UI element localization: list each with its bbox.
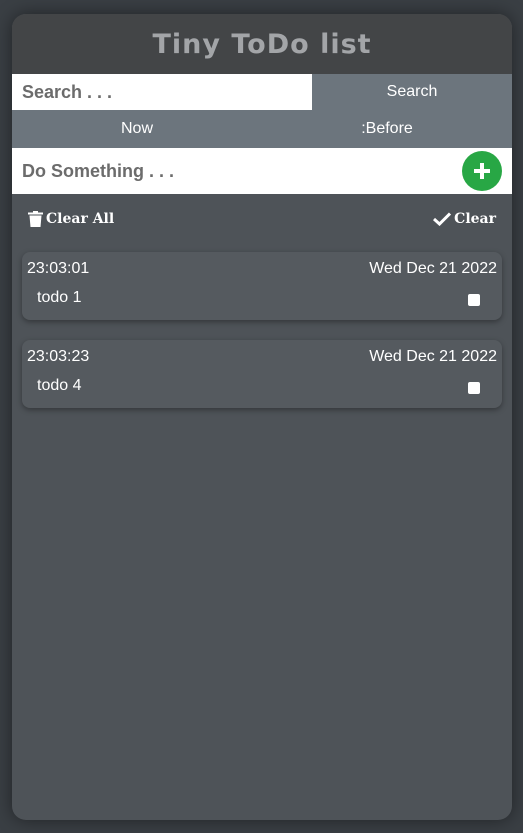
todo-text: todo 4	[37, 377, 82, 394]
title-bar: Tiny ToDo list	[12, 14, 512, 74]
todo-time: 23:03:01	[27, 260, 90, 277]
filter-row: Now :Before	[12, 110, 512, 148]
actions-row: Clear All Clear	[12, 194, 512, 244]
todo-app: Tiny ToDo list Search Now :Before	[12, 14, 512, 820]
app-title: Tiny ToDo list	[152, 28, 372, 60]
plus-icon	[474, 163, 490, 179]
search-input[interactable]	[12, 74, 312, 110]
todo-checkbox[interactable]	[468, 382, 480, 394]
todo-text: todo 1	[37, 289, 82, 306]
todo-date: Wed Dec 21 2022	[369, 260, 497, 277]
filter-now-button[interactable]: Now	[12, 110, 262, 148]
todo-checkbox[interactable]	[468, 294, 480, 306]
search-button[interactable]: Search	[312, 74, 512, 110]
add-todo-row	[12, 148, 512, 194]
search-row: Search	[12, 74, 512, 110]
clear-all-label: Clear All	[46, 211, 115, 227]
todo-item: 23:03:23 Wed Dec 21 2022 todo 4	[22, 340, 502, 408]
clear-all-button[interactable]: Clear All	[28, 211, 114, 227]
add-todo-button[interactable]	[462, 151, 502, 191]
checkmark-icon	[433, 212, 452, 226]
todo-item: 23:03:01 Wed Dec 21 2022 todo 1	[22, 252, 502, 320]
clear-label: Clear	[454, 211, 496, 227]
add-todo-input[interactable]	[12, 148, 462, 194]
trash-icon	[28, 211, 43, 227]
todo-time: 23:03:23	[27, 348, 90, 365]
todo-date: Wed Dec 21 2022	[369, 348, 497, 365]
filter-before-button[interactable]: :Before	[262, 110, 512, 148]
clear-completed-button[interactable]: Clear	[433, 211, 496, 227]
